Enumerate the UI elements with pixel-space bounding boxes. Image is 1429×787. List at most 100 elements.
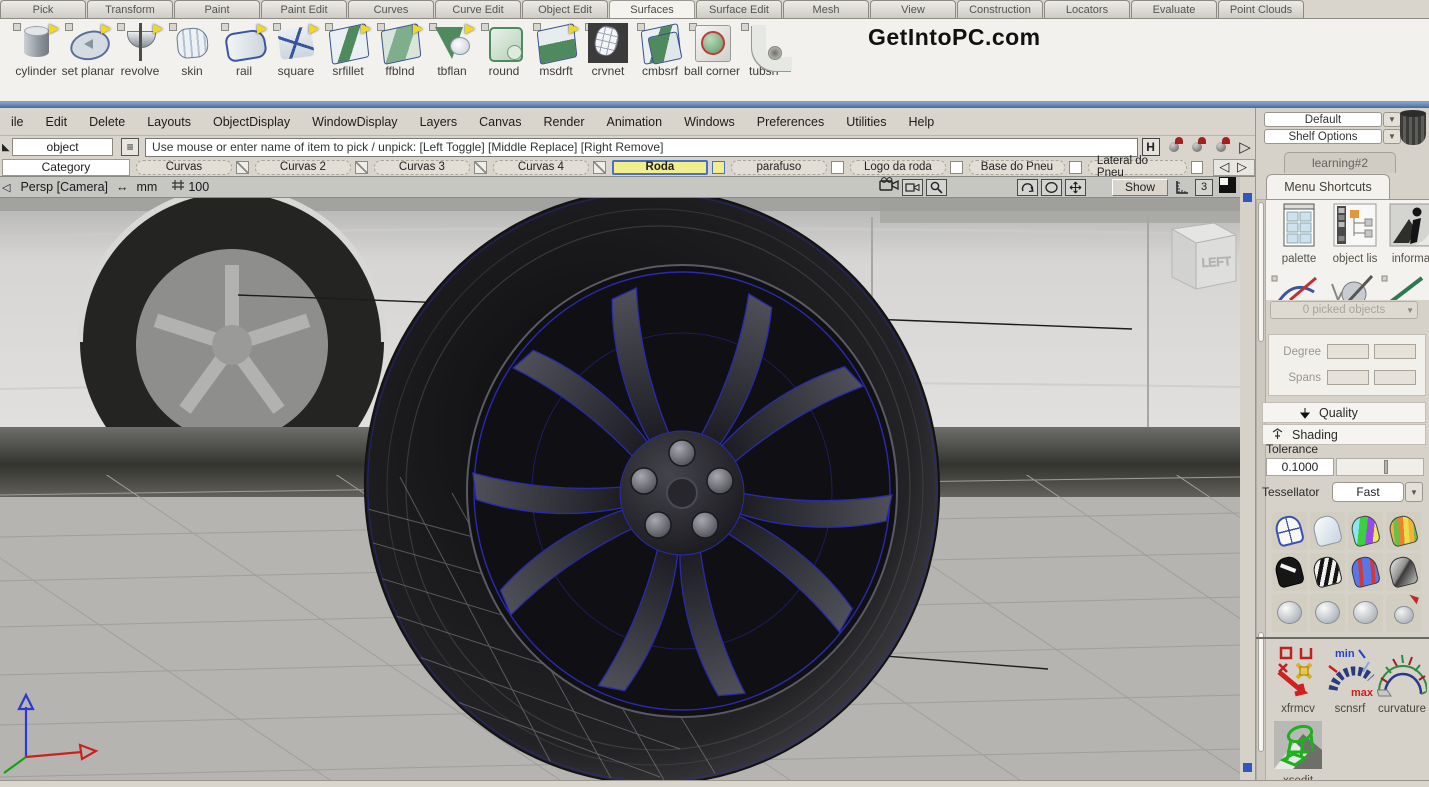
layer-button[interactable]: Base do Pneu — [969, 160, 1065, 175]
tool-tab[interactable]: Evaluate — [1131, 0, 1217, 18]
patch-color-shade-icon[interactable] — [1348, 512, 1383, 550]
layer-button[interactable]: Curvas — [136, 160, 232, 175]
prompt-history-list-icon[interactable]: ≡ — [121, 138, 139, 156]
layer-button[interactable]: parafuso — [731, 160, 827, 175]
layer-visibility-box[interactable] — [474, 161, 487, 174]
palette-shortcut[interactable]: palette — [1272, 203, 1326, 265]
prompt-input[interactable] — [145, 138, 1138, 157]
tessellator-dropdown[interactable]: Fast — [1332, 482, 1404, 502]
menu-item[interactable]: Edit — [35, 115, 79, 129]
layer-button[interactable]: Curvas 2 — [255, 160, 351, 175]
scrollbar-thumb[interactable] — [1258, 202, 1264, 342]
menu-item[interactable]: Help — [898, 115, 946, 129]
silhouette-shade-icon[interactable] — [1272, 553, 1307, 591]
tool-tab[interactable]: Surface Edit — [696, 0, 782, 18]
shelf-tool[interactable]: tbflan — [426, 20, 478, 100]
layer-visibility-box[interactable] — [712, 161, 725, 174]
tool-tab[interactable]: Paint Edit — [261, 0, 347, 18]
layer-visibility-box[interactable] — [593, 161, 606, 174]
tool-tab[interactable]: Object Edit — [522, 0, 608, 18]
layer-visibility-box[interactable] — [355, 161, 368, 174]
tool-tab[interactable]: Curves — [348, 0, 434, 18]
camera-view-icon[interactable] — [902, 179, 923, 196]
layer-button[interactable]: Logo da roda — [850, 160, 946, 175]
viewport-resize-gutter[interactable] — [1240, 177, 1255, 780]
menu-item[interactable]: Windows — [673, 115, 746, 129]
tab-learning[interactable]: learning#2 — [1284, 152, 1396, 173]
layout-corner-icon[interactable] — [1219, 177, 1236, 198]
shelf-tool[interactable]: ffblnd — [374, 20, 426, 100]
layer-visibility-box[interactable] — [950, 161, 963, 174]
chevron-down-icon[interactable]: ▼ — [1383, 129, 1401, 144]
tab-menu-shortcuts[interactable]: Menu Shortcuts — [1266, 174, 1390, 199]
viewcube[interactable]: LEFT — [1172, 223, 1236, 289]
pan-icon[interactable] — [1065, 179, 1086, 196]
tool-tab[interactable]: Locators — [1044, 0, 1130, 18]
shelf-tool[interactable]: square — [270, 20, 322, 100]
viewport-camera-label[interactable]: Persp [Camera] — [20, 180, 108, 194]
tool-scnsrf[interactable]: min max scnsrf — [1322, 646, 1378, 715]
menu-item[interactable]: Preferences — [746, 115, 835, 129]
menu-item[interactable]: Render — [532, 115, 595, 129]
curve-snap-icon[interactable] — [1211, 138, 1231, 156]
menu-item[interactable]: Utilities — [835, 115, 897, 129]
shelf-tool[interactable]: revolve — [114, 20, 166, 100]
shelf-tool[interactable]: srfillet — [322, 20, 374, 100]
menu-item[interactable]: Layouts — [136, 115, 202, 129]
layer-scroll-arrows[interactable]: ◁ ▷ — [1213, 159, 1255, 176]
shelf-tool[interactable]: crvnet — [582, 20, 634, 100]
shelf-tool[interactable]: tubsrf — [738, 20, 790, 100]
shelf-tool[interactable]: set planar — [62, 20, 114, 100]
chevron-down-icon[interactable]: ▼ — [1405, 482, 1423, 502]
menu-item[interactable]: Animation — [595, 115, 673, 129]
layer-button[interactable]: Lateral do Pneu — [1088, 160, 1187, 175]
layer-visibility-box[interactable] — [1191, 161, 1204, 174]
layer-button[interactable]: Curvas 4 — [493, 160, 589, 175]
iso-bands-shade-icon[interactable] — [1386, 512, 1421, 550]
chevron-down-icon[interactable]: ▼ — [1406, 306, 1414, 315]
point-snap-icon[interactable] — [1164, 138, 1184, 156]
zebra-stripes-icon[interactable] — [1310, 553, 1345, 591]
tool-tab[interactable]: Transform — [87, 0, 173, 18]
tool-tab[interactable]: Curve Edit — [435, 0, 521, 18]
sphere-env-3-icon[interactable] — [1348, 594, 1383, 632]
degree-field-2[interactable] — [1374, 344, 1416, 359]
resize-handle-bottom-icon[interactable] — [1243, 763, 1252, 772]
ruler-icon[interactable] — [1171, 179, 1192, 196]
twist-icon[interactable] — [1017, 179, 1038, 196]
spans-field-2[interactable] — [1374, 370, 1416, 385]
resize-handle-top-icon[interactable] — [1243, 193, 1252, 202]
tool-xfrmcv[interactable]: xfrmcv — [1270, 646, 1326, 715]
shelf-options-dropdown[interactable]: Shelf Options ▼ — [1264, 129, 1382, 144]
shelf-set-dropdown[interactable]: Default ▼ — [1264, 112, 1382, 127]
picked-objects-dropdown[interactable]: 0 picked objects ▼ — [1270, 301, 1418, 319]
menu-item[interactable]: Delete — [78, 115, 136, 129]
pick-object-button[interactable]: object — [12, 138, 113, 156]
tool-tab[interactable]: Point Clouds — [1218, 0, 1304, 18]
smooth-shade-icon[interactable] — [1310, 512, 1345, 550]
shelf-tool[interactable]: msdrft — [530, 20, 582, 100]
spray-env-icon[interactable] — [1386, 594, 1421, 632]
trash-icon[interactable] — [1400, 112, 1426, 145]
wireframe-shade-icon[interactable] — [1272, 512, 1307, 550]
tool-tab[interactable]: Surfaces — [609, 0, 695, 18]
chrome-env-icon[interactable] — [1386, 553, 1421, 591]
shelf-tool[interactable]: round — [478, 20, 530, 100]
menu-item[interactable]: ObjectDisplay — [202, 115, 301, 129]
sphere-env-1-icon[interactable] — [1272, 594, 1307, 632]
shelf-tool[interactable]: ball corner — [686, 20, 738, 100]
scrollbar-thumb[interactable] — [1258, 632, 1264, 752]
menu-item[interactable]: Canvas — [468, 115, 532, 129]
tool-xsedit[interactable]: xsedit — [1270, 720, 1326, 787]
menu-item[interactable]: Layers — [409, 115, 469, 129]
camera-icon[interactable] — [879, 177, 899, 197]
layer-visibility-box[interactable] — [1069, 161, 1082, 174]
tool-tab[interactable]: View — [870, 0, 956, 18]
viewport-canvas[interactable]: LEFT — [0, 177, 1240, 780]
tolerance-slider[interactable] — [1336, 458, 1424, 476]
highlight-stripes-icon[interactable] — [1348, 553, 1383, 591]
layer-visibility-box[interactable] — [831, 161, 844, 174]
lasso-select-icon[interactable] — [1041, 179, 1062, 196]
shelf-tool[interactable]: skin — [166, 20, 218, 100]
information-shortcut[interactable]: informa — [1384, 203, 1429, 265]
